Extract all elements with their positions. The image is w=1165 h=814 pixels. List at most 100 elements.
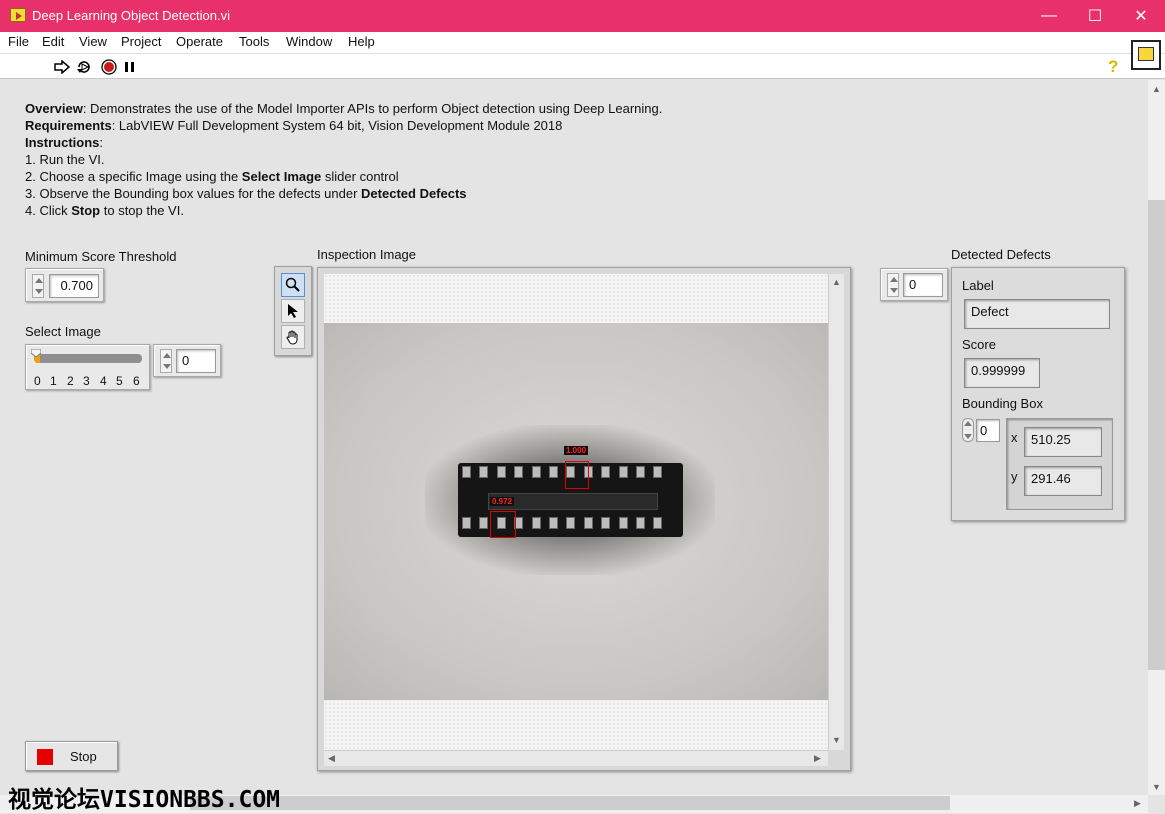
bbox-index-stepper[interactable]: [962, 418, 974, 442]
bbox-index-input[interactable]: 0: [976, 419, 1000, 442]
menu-view[interactable]: View: [79, 34, 107, 49]
min-score-input[interactable]: 0.700: [49, 274, 99, 298]
socket-pin: [514, 466, 524, 478]
bounding-box-caption: Bounding Box: [962, 396, 1043, 411]
defect-score-caption: Score: [962, 337, 996, 352]
defects-index-stepper[interactable]: [887, 273, 899, 297]
menu-operate[interactable]: Operate: [176, 34, 223, 49]
socket-pin: [549, 517, 558, 529]
defect-label-indicator: Defect: [964, 299, 1110, 329]
vi-icon[interactable]: [1131, 40, 1161, 70]
socket-pin: [618, 517, 628, 529]
socket-pin: [479, 466, 489, 478]
socket-pin: [583, 517, 593, 529]
socket-pin: [462, 517, 471, 529]
socket-pin: [462, 466, 471, 478]
instruction-step-3: 3. Observe the Bounding box values for t…: [25, 186, 467, 201]
select-image-slider: 0 1 2 3 4 5 6: [25, 344, 150, 390]
context-help-icon[interactable]: ?: [1108, 57, 1118, 77]
min-score-control: 0.700: [25, 268, 104, 302]
socket-pin: [636, 466, 645, 478]
slider-tick-0: 0: [34, 374, 41, 388]
select-image-label: Select Image: [25, 324, 101, 339]
menu-window[interactable]: Window: [286, 34, 332, 49]
socket-pin: [479, 517, 489, 529]
slider-tick-2: 2: [67, 374, 74, 388]
socket-pin: [653, 517, 663, 529]
title-bar: Deep Learning Object Detection.vi — ☐ ✕: [0, 0, 1165, 32]
inspection-image-label: Inspection Image: [317, 247, 417, 262]
select-image-stepper[interactable]: [160, 349, 172, 373]
stop-square-icon: [37, 749, 53, 765]
instructions-heading: Instructions:: [25, 135, 104, 150]
detection-box-2: [490, 511, 516, 538]
socket-pin: [566, 517, 576, 529]
detection-score-1: 1.000: [564, 446, 589, 455]
window-horizontal-scroll-thumb[interactable]: [190, 796, 950, 810]
instruction-step-2: 2. Choose a specific Image using the Sel…: [25, 169, 399, 184]
defect-score-indicator: 0.999999: [964, 358, 1040, 388]
instruction-step-1: 1. Run the VI.: [25, 152, 105, 167]
run-continuously-icon[interactable]: [75, 58, 93, 76]
abort-icon[interactable]: [100, 58, 118, 76]
menu-edit[interactable]: Edit: [42, 34, 64, 49]
socket-pin: [601, 517, 611, 529]
slider-tick-6: 6: [133, 374, 140, 388]
defect-label-caption: Label: [962, 278, 994, 293]
detection-score-2: 0.972: [490, 497, 515, 506]
min-score-label: Minimum Score Threshold: [25, 249, 177, 264]
detected-defects-label: Detected Defects: [951, 247, 1051, 262]
window-title: Deep Learning Object Detection.vi: [32, 8, 231, 23]
instruction-step-4: 4. Click Stop to stop the VI.: [25, 203, 184, 218]
toolbar: ?: [0, 54, 1165, 79]
min-score-stepper[interactable]: [32, 274, 44, 298]
socket-pin: [636, 517, 645, 529]
pointer-tool-icon[interactable]: [281, 299, 305, 323]
select-image-input[interactable]: 0: [176, 349, 216, 373]
requirements-text: Requirements: LabVIEW Full Development S…: [25, 118, 563, 133]
overview-text: Overview: Demonstrates the use of the Mo…: [25, 101, 663, 116]
close-button[interactable]: ✕: [1118, 0, 1164, 32]
menu-file[interactable]: File: [8, 34, 29, 49]
menu-bar: File Edit View Project Operate Tools Win…: [0, 32, 1165, 54]
socket-pin: [531, 517, 541, 529]
minimize-button[interactable]: —: [1026, 0, 1072, 32]
bbox-y-caption: y: [1011, 469, 1018, 484]
select-image-digital-display: 0: [153, 344, 221, 377]
socket-pin: [601, 466, 611, 478]
socket-pin: [653, 466, 663, 478]
detection-box-1: [565, 461, 589, 489]
stop-button[interactable]: Stop: [25, 741, 118, 771]
socket-pin: [496, 466, 506, 478]
maximize-button[interactable]: ☐: [1072, 0, 1118, 32]
run-arrow-icon[interactable]: [53, 58, 71, 76]
menu-project[interactable]: Project: [121, 34, 161, 49]
defects-array-index: 0: [880, 268, 948, 301]
bbox-x-caption: x: [1011, 430, 1018, 445]
bbox-y-indicator: 291.46: [1024, 466, 1102, 496]
stop-button-label: Stop: [70, 749, 97, 764]
defects-index-input[interactable]: 0: [903, 273, 943, 297]
labview-vi-icon: [10, 8, 26, 22]
socket-pin: [549, 466, 558, 478]
slider-track[interactable]: [34, 354, 142, 363]
zoom-tool-icon[interactable]: [281, 273, 305, 297]
window-vertical-scroll-thumb[interactable]: [1148, 200, 1165, 670]
slider-tick-4: 4: [100, 374, 107, 388]
bbox-x-indicator: 510.25: [1024, 427, 1102, 457]
watermark-text: 视觉论坛VISIONBBS.COM: [8, 787, 281, 813]
socket-pin: [531, 466, 541, 478]
image-vertical-scrollbar[interactable]: ▲ ▼: [828, 274, 844, 750]
menu-tools[interactable]: Tools: [239, 34, 269, 49]
slider-tick-1: 1: [50, 374, 57, 388]
menu-help[interactable]: Help: [348, 34, 375, 49]
pause-icon[interactable]: [121, 58, 139, 76]
image-tools-palette: [274, 266, 312, 356]
image-horizontal-scrollbar[interactable]: ◀ ▶: [324, 750, 828, 766]
bounding-box-array: x 510.25 y 291.46: [1006, 418, 1113, 510]
pan-tool-icon[interactable]: [281, 325, 305, 349]
socket-pin: [618, 466, 628, 478]
slider-tick-5: 5: [116, 374, 123, 388]
slider-thumb[interactable]: [30, 346, 42, 358]
slider-tick-3: 3: [83, 374, 90, 388]
